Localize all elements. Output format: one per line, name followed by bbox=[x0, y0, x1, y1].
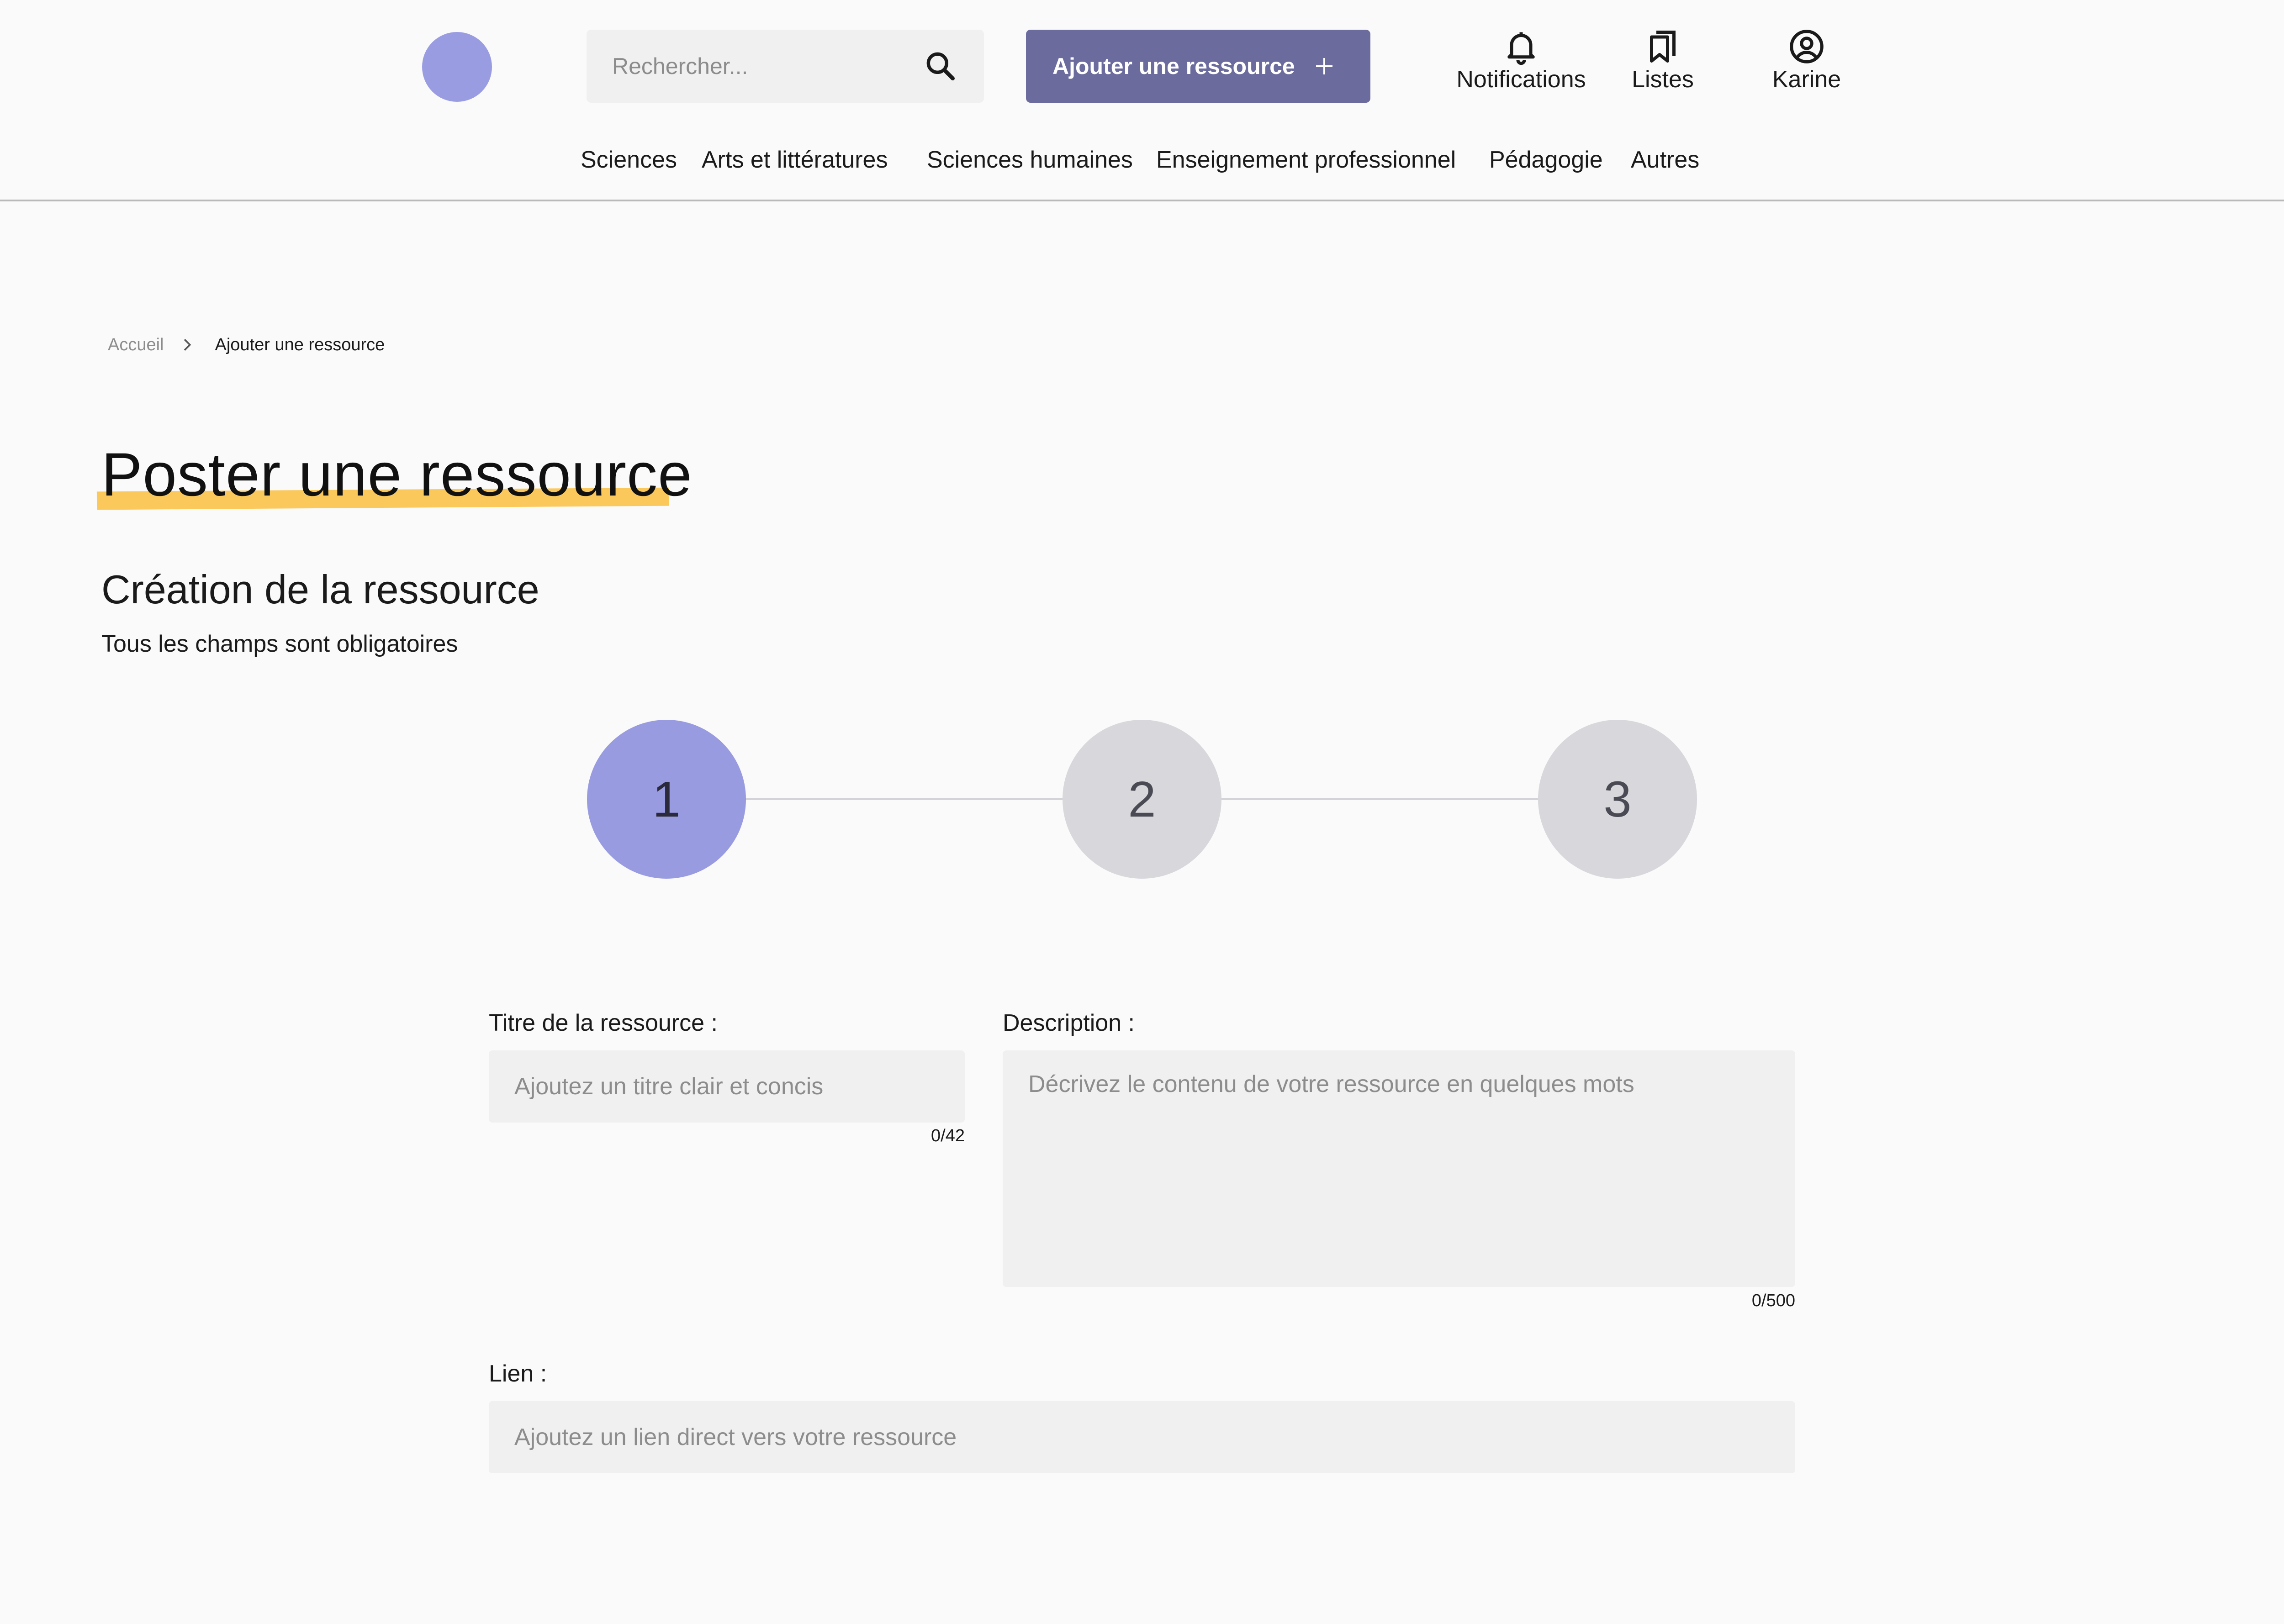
search-input[interactable] bbox=[587, 30, 923, 103]
link-input[interactable] bbox=[489, 1401, 1795, 1473]
nav-item-pedagogie[interactable]: Pédagogie bbox=[1489, 146, 1603, 174]
breadcrumb-home-link[interactable]: Accueil bbox=[108, 335, 164, 355]
bell-icon bbox=[1507, 32, 1535, 65]
lists-button[interactable]: Listes bbox=[1628, 27, 1697, 105]
stepper-connector bbox=[1221, 798, 1540, 800]
step-1[interactable]: 1 bbox=[587, 720, 746, 879]
description-char-counter: 0/500 bbox=[1751, 1291, 1795, 1310]
title-char-counter: 0/42 bbox=[931, 1126, 965, 1145]
search-icon[interactable] bbox=[922, 48, 959, 84]
category-nav: Sciences Arts et littératures Sciences h… bbox=[0, 146, 2284, 183]
page-title-block: Poster une ressource bbox=[96, 438, 693, 511]
plus-icon bbox=[1316, 58, 1332, 74]
nav-item-enseignement-professionnel[interactable]: Enseignement professionnel bbox=[1156, 146, 1456, 174]
title-field-label: Titre de la ressource : bbox=[489, 1010, 718, 1036]
nav-item-arts[interactable]: Arts et littératures bbox=[702, 146, 888, 174]
description-textarea[interactable] bbox=[1003, 1050, 1795, 1287]
breadcrumb-current: Ajouter une ressource bbox=[215, 335, 385, 354]
step-3[interactable]: 3 bbox=[1538, 720, 1697, 879]
stepper-connector bbox=[745, 798, 1064, 800]
notifications-button[interactable]: Notifications bbox=[1453, 27, 1590, 105]
lists-label: Listes bbox=[1632, 66, 1694, 93]
description-field-label: Description : bbox=[1003, 1010, 1135, 1036]
user-menu-button[interactable]: Karine bbox=[1766, 27, 1848, 105]
nav-item-sciences[interactable]: Sciences bbox=[581, 146, 677, 174]
breadcrumb: Accueil Ajouter une ressource bbox=[108, 333, 385, 356]
bookmarks-icon bbox=[1650, 31, 1676, 63]
nav-item-sciences-humaines[interactable]: Sciences humaines bbox=[927, 146, 1133, 174]
resource-title-input[interactable] bbox=[489, 1050, 965, 1123]
user-avatar-icon bbox=[1790, 30, 1824, 63]
section-title: Création de la ressource bbox=[101, 567, 539, 612]
add-resource-label: Ajouter une ressource bbox=[1052, 53, 1295, 79]
add-resource-button[interactable]: Ajouter une ressource bbox=[1026, 30, 1370, 103]
link-field-label: Lien : bbox=[489, 1360, 547, 1387]
page-title: Poster une ressource bbox=[101, 441, 693, 509]
nav-item-autres[interactable]: Autres bbox=[1631, 146, 1699, 174]
step-2[interactable]: 2 bbox=[1063, 720, 1221, 879]
search-box bbox=[587, 30, 984, 103]
logo[interactable] bbox=[422, 32, 492, 102]
required-fields-note: Tous les champs sont obligatoires bbox=[101, 631, 458, 657]
user-label: Karine bbox=[1772, 66, 1841, 93]
top-header: Ajouter une ressource Notifications List… bbox=[0, 0, 2284, 201]
notifications-label: Notifications bbox=[1456, 66, 1586, 93]
chevron-right-icon bbox=[184, 339, 191, 351]
